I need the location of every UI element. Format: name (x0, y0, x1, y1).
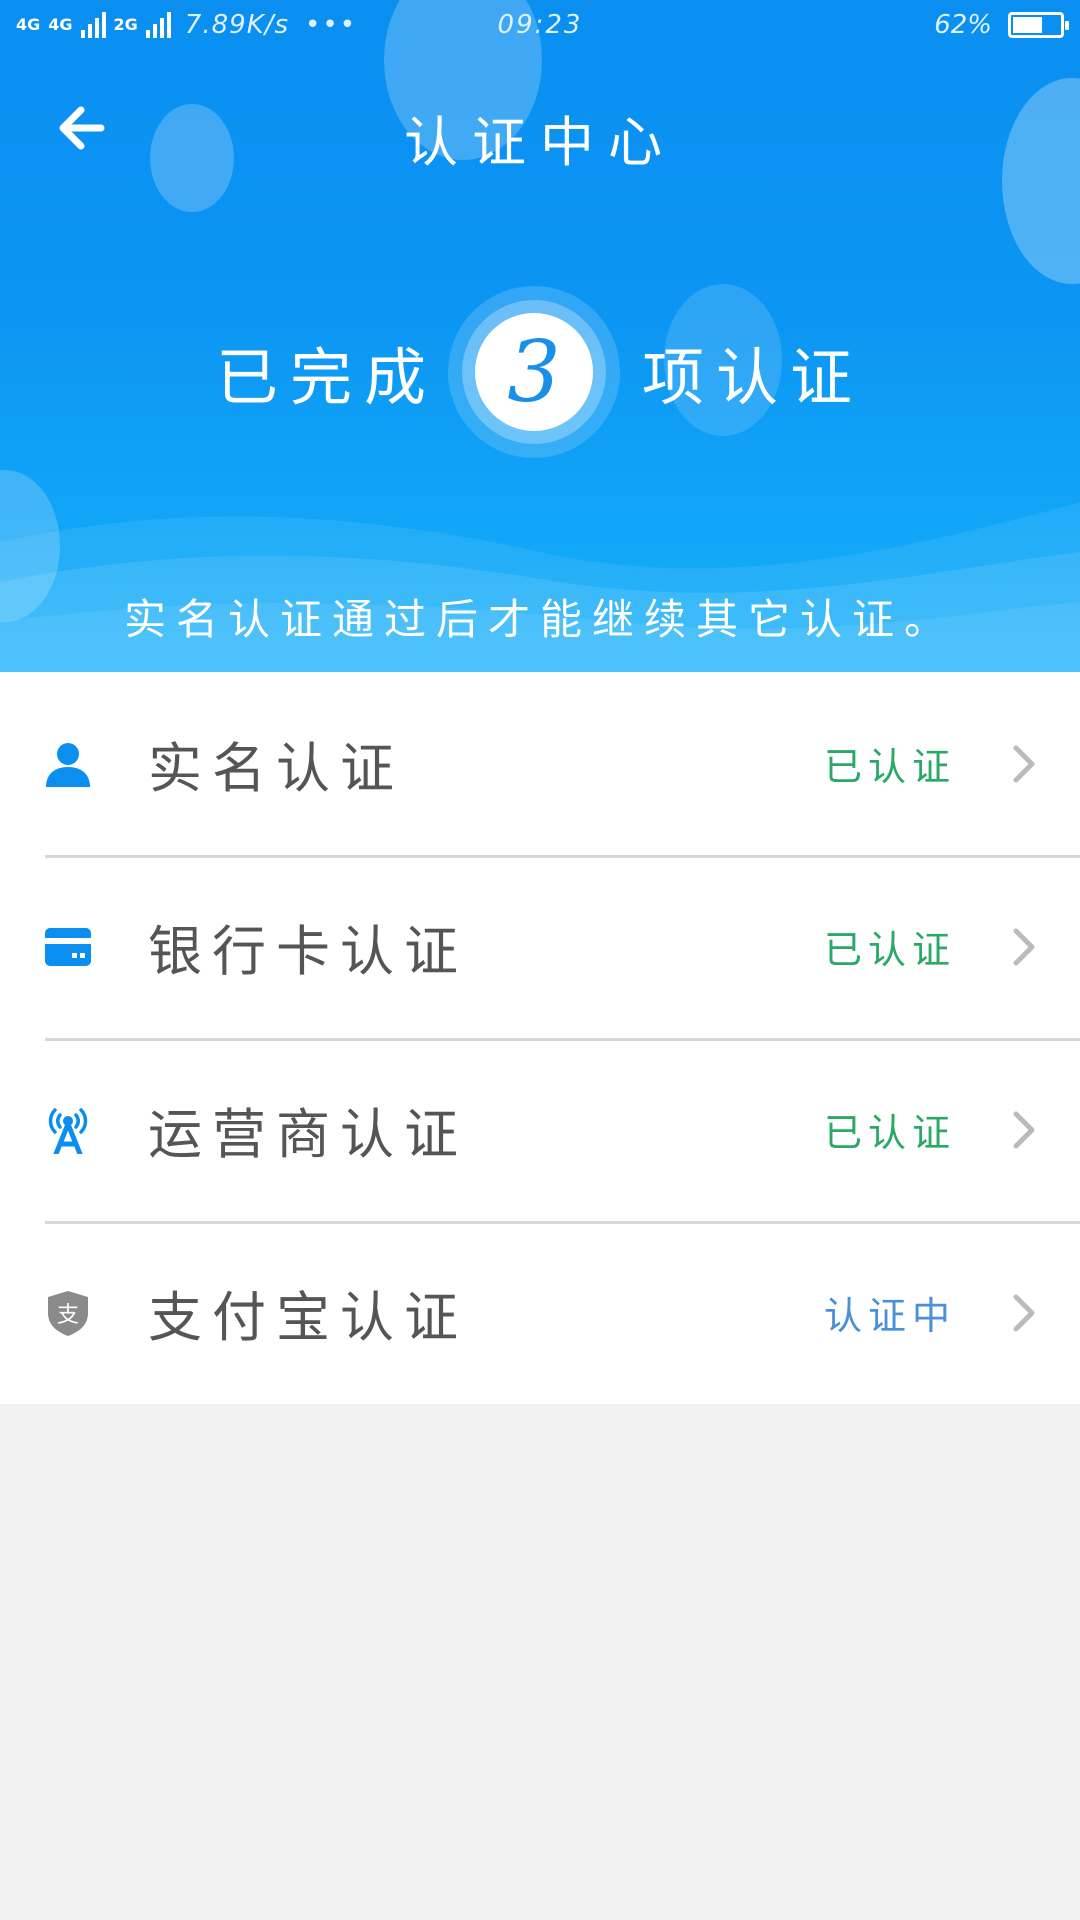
item-label: 银行卡认证 (148, 920, 468, 983)
status-right: 62% (934, 10, 1069, 40)
person-icon (42, 738, 94, 790)
badge-ring: 3 (462, 300, 606, 444)
verification-hint: 实名认证通过后才能继续其它认证。 (123, 595, 956, 644)
page-title: 认证中心 (404, 111, 676, 174)
verification-progress: 已完成 3 项认证 (0, 284, 1080, 460)
battery-percent: 62% (934, 10, 992, 40)
list-item-alipay[interactable]: 支 支付宝认证 认证中 (0, 1221, 1080, 1404)
list-item-real-name[interactable]: 实名认证 已认证 (0, 672, 1080, 855)
status-badge: 认证中 (823, 1294, 956, 1338)
completed-count: 3 (475, 313, 593, 431)
item-label: 支付宝认证 (148, 1286, 468, 1349)
battery-level-fill (1013, 17, 1042, 33)
progress-prefix: 已完成 (215, 341, 438, 414)
bank-card-icon (42, 921, 94, 973)
status-badge: 已认证 (823, 745, 956, 789)
item-label: 运营商认证 (148, 1103, 468, 1166)
completed-count-badge: 3 (448, 286, 620, 458)
chevron-right-icon (1013, 745, 1035, 782)
status-badge: 已认证 (823, 1111, 956, 1155)
progress-suffix: 项认证 (642, 341, 865, 414)
chevron-right-icon (1013, 928, 1035, 965)
chevron-right-icon (1013, 1294, 1035, 1331)
header-banner: 4G 4G 2G 7.89K/s ••• 09:23 62% 认证中心 已完成 (0, 0, 1080, 672)
alipay-shield-icon: 支 (42, 1287, 94, 1339)
list-item-bank-card[interactable]: 银行卡认证 已认证 (0, 855, 1080, 1038)
item-label: 实名认证 (148, 737, 404, 800)
alipay-glyph: 支 (57, 1303, 79, 1328)
status-badge: 已认证 (823, 928, 956, 972)
verification-list: 实名认证 已认证 银行卡认证 已认证 运营商认证 已认证 支 支付宝认证 认证中 (0, 672, 1080, 1404)
status-time: 09:23 (497, 10, 583, 40)
battery-icon (1008, 12, 1069, 38)
signal-tower-icon (42, 1104, 94, 1156)
chevron-right-icon (1013, 1111, 1035, 1148)
status-bar: 4G 4G 2G 7.89K/s ••• 09:23 62% (0, 0, 1080, 52)
list-item-carrier[interactable]: 运营商认证 已认证 (0, 1038, 1080, 1221)
